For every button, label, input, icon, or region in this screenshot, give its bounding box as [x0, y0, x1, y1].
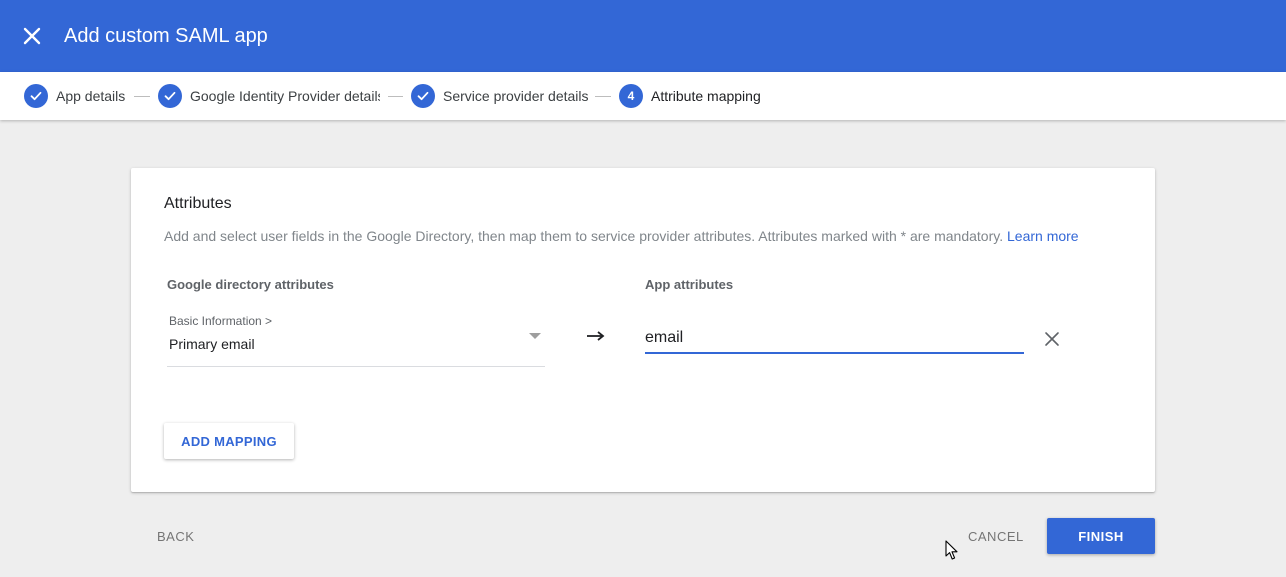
close-icon	[1045, 332, 1059, 346]
google-attributes-header: Google directory attributes	[167, 277, 334, 292]
attributes-card: Attributes Add and select user fields in…	[131, 168, 1155, 492]
add-mapping-button[interactable]: ADD MAPPING	[164, 423, 294, 459]
step-service-provider-details[interactable]: Service provider details	[411, 84, 589, 108]
step-connector	[595, 96, 611, 97]
step-connector	[134, 96, 150, 97]
step-app-details[interactable]: App details	[24, 84, 125, 108]
stepper: App details Google Identity Provider det…	[0, 72, 1286, 120]
step-attribute-mapping[interactable]: 4 Attribute mapping	[619, 84, 761, 108]
google-attribute-select[interactable]: Basic Information > Primary email	[167, 309, 545, 367]
mouse-cursor-icon	[945, 540, 958, 560]
step-label: App details	[56, 88, 126, 104]
check-icon	[411, 84, 435, 108]
page-title: Add custom SAML app	[64, 25, 268, 47]
close-icon	[23, 27, 41, 45]
finish-button[interactable]: FINISH	[1047, 518, 1155, 554]
learn-more-link[interactable]: Learn more	[1007, 228, 1079, 244]
top-app-bar: Add custom SAML app	[0, 0, 1286, 72]
card-description: Add and select user fields in the Google…	[164, 228, 1079, 244]
arrow-right-icon	[587, 331, 605, 341]
step-label: Google Identity Provider details	[190, 88, 380, 104]
card-title: Attributes	[164, 195, 232, 212]
step-number: 4	[619, 84, 643, 108]
back-button[interactable]: BACK	[147, 520, 204, 552]
app-attribute-input[interactable]	[645, 324, 1024, 354]
app-attributes-header: App attributes	[645, 277, 734, 292]
dropdown-arrow-icon	[529, 333, 541, 339]
remove-mapping-button[interactable]	[1041, 328, 1063, 350]
check-icon	[158, 84, 182, 108]
select-category: Basic Information >	[169, 314, 273, 328]
step-connector	[388, 96, 403, 97]
select-value: Primary email	[169, 336, 255, 352]
close-button[interactable]	[20, 24, 44, 48]
description-text: Add and select user fields in the Google…	[164, 228, 1004, 244]
cancel-button[interactable]: CANCEL	[958, 520, 1034, 552]
step-google-idp-details[interactable]: Google Identity Provider details	[158, 84, 380, 108]
step-label: Service provider details	[443, 88, 589, 104]
check-icon	[24, 84, 48, 108]
step-label: Attribute mapping	[651, 88, 761, 104]
